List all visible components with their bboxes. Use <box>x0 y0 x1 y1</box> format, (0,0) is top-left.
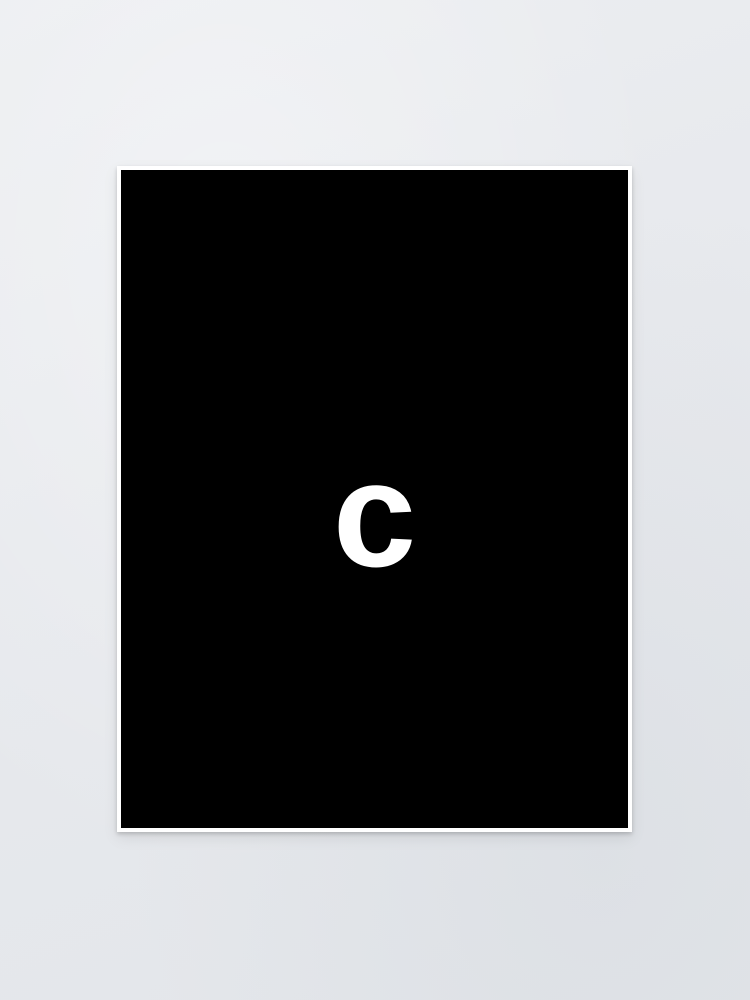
poster-artwork: c <box>121 170 628 828</box>
poster-letter: c <box>332 430 417 598</box>
poster: c <box>117 166 632 832</box>
